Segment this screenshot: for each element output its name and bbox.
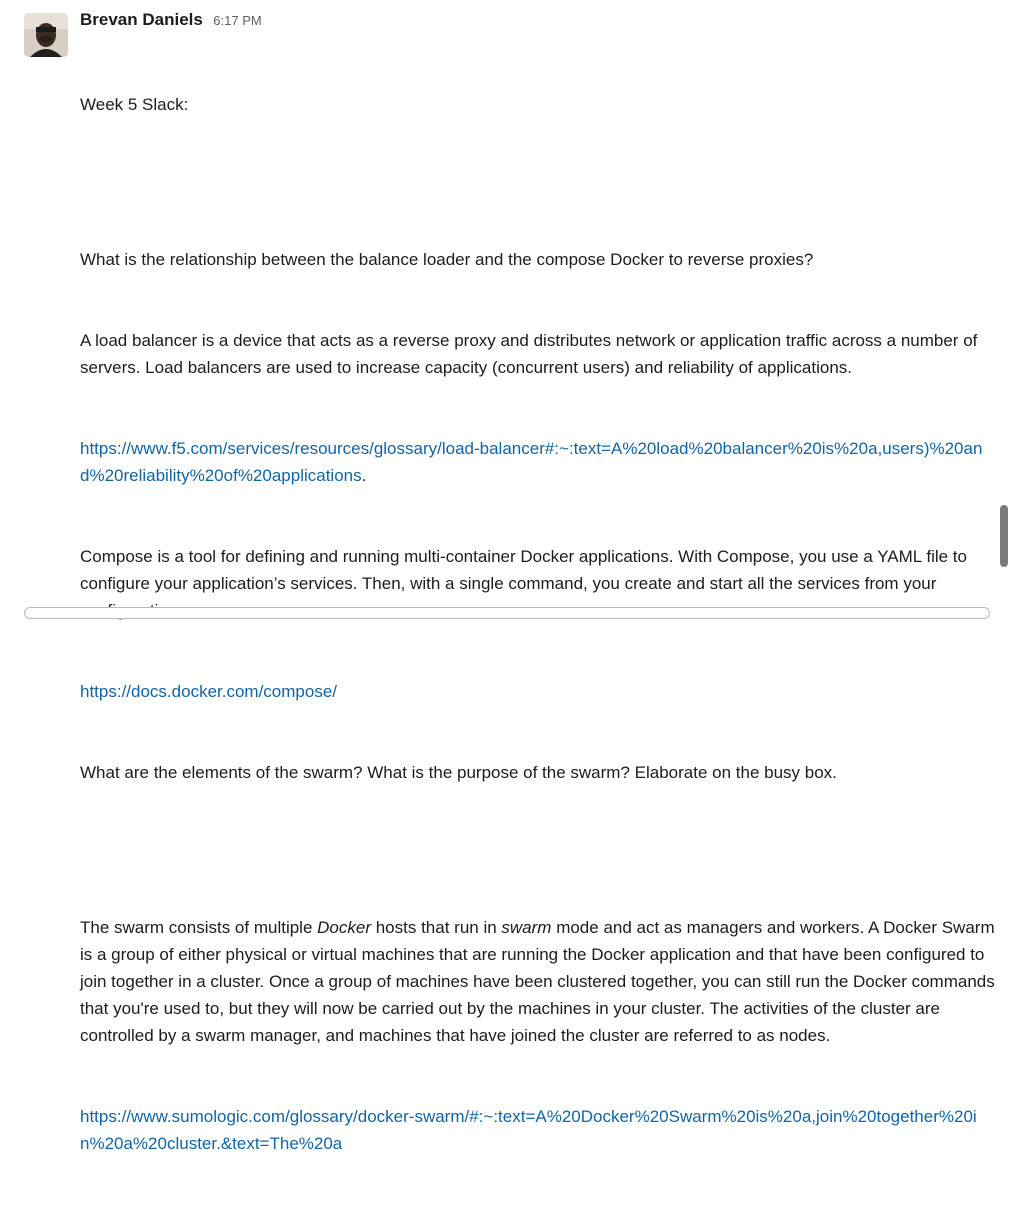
message-body: Week 5 Slack: What is the relationship b… <box>80 37 995 1211</box>
link-3[interactable]: https://www.sumologic.com/glossary/docke… <box>80 1107 977 1153</box>
link-1-line: https://www.f5.com/services/resources/gl… <box>80 435 995 489</box>
avatar[interactable] <box>24 13 68 57</box>
answer-3: The swarm consists of multiple Docker ho… <box>80 914 995 1049</box>
message-composer[interactable] <box>24 607 990 619</box>
answer-3-part-a: The swarm consists of multiple <box>80 918 318 937</box>
avatar-photo <box>24 13 68 57</box>
message-title: Week 5 Slack: <box>80 95 189 114</box>
answer-3-part-c: mode and act as managers and workers. A … <box>80 918 1000 1045</box>
timestamp[interactable]: 6:17 PM <box>213 13 261 28</box>
question-2: What are the elements of the swarm? What… <box>80 763 837 782</box>
scrollbar-thumb[interactable] <box>1000 505 1008 567</box>
answer-1: A load balancer is a device that acts as… <box>80 331 983 377</box>
message: Brevan Daniels 6:17 PM Week 5 Slack: Wha… <box>0 0 1017 1153</box>
answer-3-part-b: hosts that run in <box>371 918 502 937</box>
author-name[interactable]: Brevan Daniels <box>80 10 203 29</box>
link-1[interactable]: https://www.f5.com/services/resources/gl… <box>80 439 982 485</box>
link-2[interactable]: https://docs.docker.com/compose/ <box>80 682 337 701</box>
question-1: What is the relationship between the bal… <box>80 250 814 269</box>
answer-3-emphasis-docker: Docker <box>317 918 371 937</box>
link-1-trail: . <box>361 466 367 485</box>
message-header: Brevan Daniels 6:17 PM <box>80 10 262 30</box>
answer-3-emphasis-swarm: swarm <box>501 918 552 937</box>
